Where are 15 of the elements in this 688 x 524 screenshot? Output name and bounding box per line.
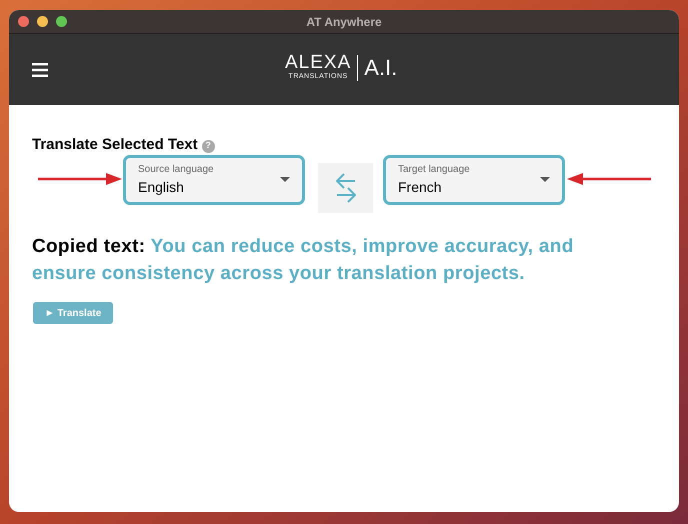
close-button[interactable]	[18, 16, 29, 27]
caret-icon	[280, 177, 290, 182]
copied-text: Copied text: You can reduce costs, improve accuracy, and ensure consistency across your translation projects.	[32, 235, 575, 286]
logo-wordmark: ALEXA	[285, 54, 352, 72]
swap-icon	[336, 172, 356, 204]
logo-divider	[357, 54, 358, 80]
menu-icon[interactable]	[32, 62, 48, 76]
zoom-button[interactable]	[56, 16, 67, 27]
window-title: AT Anywhere	[306, 14, 382, 30]
minimize-button[interactable]	[37, 16, 48, 27]
caret-icon	[540, 177, 550, 182]
section-title: Translate Selected Text	[32, 136, 198, 153]
logo-suffix: A.I.	[364, 56, 398, 80]
target-language-dropdown[interactable]: Target language French	[383, 155, 565, 205]
source-language-dropdown[interactable]: Source language English	[123, 155, 305, 205]
